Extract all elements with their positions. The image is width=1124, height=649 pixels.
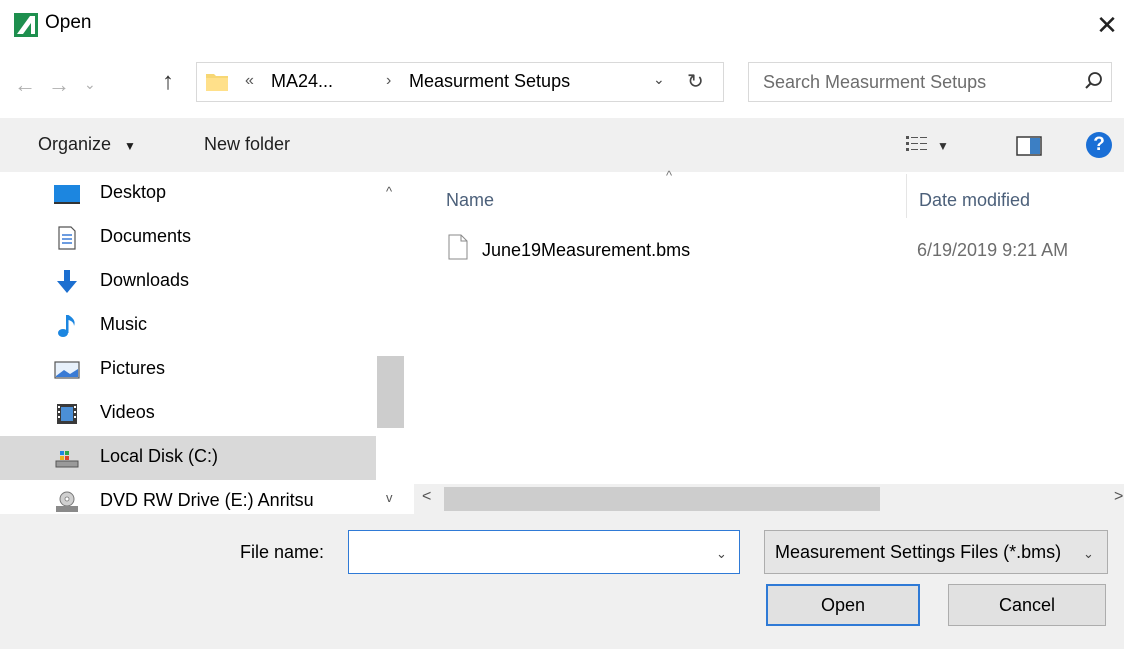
- help-icon[interactable]: ?: [1086, 132, 1112, 158]
- preview-pane-icon[interactable]: [1016, 136, 1042, 156]
- search-icon[interactable]: [1083, 69, 1105, 93]
- column-divider[interactable]: [906, 174, 907, 218]
- sidebar-item-label: Local Disk (C:): [100, 446, 219, 466]
- view-dropdown-icon[interactable]: ▼: [937, 139, 949, 153]
- file-type-dropdown-icon[interactable]: ⌄: [1083, 546, 1094, 562]
- forward-button[interactable]: →: [48, 72, 70, 98]
- title-bar: Open ✕: [0, 0, 1124, 52]
- dialog-footer: File name: ⌄ Measurement Settings Files …: [0, 514, 1124, 649]
- sidebar-item-desktop[interactable]: Desktop: [0, 172, 376, 216]
- up-button[interactable]: ↑: [162, 68, 174, 96]
- navigation-scrollbar[interactable]: ^ v: [376, 172, 406, 514]
- sidebar-item-music[interactable]: Music: [0, 304, 376, 348]
- sidebar-item-pictures[interactable]: Pictures: [0, 348, 376, 392]
- sidebar-item-videos[interactable]: Videos: [0, 392, 376, 436]
- sidebar-item-label: Documents: [100, 226, 192, 246]
- sidebar-item-label: Videos: [100, 402, 155, 422]
- breadcrumb-separator-icon[interactable]: ›: [386, 72, 391, 90]
- local-disk-icon: [55, 451, 79, 468]
- command-toolbar: Organize ▼ New folder ▼ ?: [0, 118, 1124, 172]
- sort-indicator-icon: ^: [666, 168, 673, 183]
- file-icon: [448, 234, 468, 260]
- sidebar-item-documents[interactable]: Documents: [0, 216, 376, 260]
- column-header-date-modified[interactable]: Date modified: [919, 190, 1030, 211]
- breadcrumb-item[interactable]: MA24...: [271, 71, 333, 92]
- navigation-pane: Desktop Documents Downloads Music Pictur…: [0, 172, 410, 514]
- scrollbar-thumb[interactable]: [444, 487, 880, 511]
- file-row-date: 6/19/2019 9:21 AM: [917, 240, 1069, 260]
- file-name-input[interactable]: [348, 530, 740, 574]
- recent-locations-chevron-icon[interactable]: ⌄: [84, 76, 96, 93]
- file-type-value: Measurement Settings Files (*.bms): [775, 542, 1062, 562]
- desktop-icon: [54, 185, 80, 204]
- folder-icon: [206, 74, 228, 91]
- refresh-icon[interactable]: ↻: [687, 69, 704, 94]
- documents-icon: [58, 226, 76, 250]
- file-name-dropdown-icon[interactable]: ⌄: [716, 546, 727, 562]
- pictures-icon: [54, 361, 80, 379]
- scroll-up-icon[interactable]: ^: [386, 184, 392, 199]
- sidebar-item-label: Downloads: [100, 270, 190, 290]
- back-button[interactable]: ←: [14, 72, 36, 98]
- open-button[interactable]: Open: [766, 584, 920, 626]
- close-button[interactable]: ✕: [1090, 8, 1124, 42]
- sidebar-item-downloads[interactable]: Downloads: [0, 260, 376, 304]
- column-header-name[interactable]: Name: [446, 190, 494, 211]
- search-input[interactable]: Search Measurment Setups: [763, 72, 986, 93]
- organize-button[interactable]: Organize: [38, 134, 111, 155]
- address-overflow-icon[interactable]: «: [245, 72, 254, 90]
- scroll-left-icon[interactable]: <: [422, 488, 431, 506]
- cancel-button[interactable]: Cancel: [948, 584, 1106, 626]
- file-type-select[interactable]: Measurement Settings Files (*.bms) ⌄: [764, 530, 1108, 574]
- videos-icon: [57, 404, 77, 424]
- scroll-down-icon[interactable]: v: [386, 490, 393, 505]
- downloads-icon: [57, 270, 77, 293]
- breadcrumb-item[interactable]: Measurment Setups: [409, 71, 570, 92]
- sidebar-item-label: Pictures: [100, 358, 166, 378]
- file-name-label: File name:: [240, 542, 325, 562]
- sidebar-item-label: Desktop: [100, 182, 167, 202]
- sidebar-item-label: DVD RW Drive (E:) Anritsu: [100, 490, 314, 510]
- view-options-icon[interactable]: [906, 135, 928, 153]
- file-row-name[interactable]: June19Measurement.bms: [482, 240, 690, 261]
- new-folder-button[interactable]: New folder: [204, 134, 290, 155]
- sidebar-item-local-disk[interactable]: Local Disk (C:): [0, 436, 376, 480]
- dvd-drive-icon: [56, 491, 78, 512]
- address-bar[interactable]: « MA24... › Measurment Setups ⌄ ↻: [196, 62, 724, 102]
- sidebar-item-label: Music: [100, 314, 148, 334]
- scroll-right-icon[interactable]: >: [1114, 488, 1123, 506]
- file-list: ^ Name Date modified June19Measurement.b…: [414, 168, 1124, 514]
- search-box[interactable]: Search Measurment Setups: [748, 62, 1112, 102]
- organize-dropdown-icon[interactable]: ▼: [124, 139, 136, 153]
- horizontal-scrollbar[interactable]: < >: [414, 484, 1124, 514]
- app-icon: [14, 13, 38, 37]
- scrollbar-thumb[interactable]: [377, 356, 404, 428]
- music-icon: [58, 315, 75, 337]
- window-title: Open: [45, 12, 92, 33]
- address-dropdown-icon[interactable]: ⌄: [653, 71, 665, 88]
